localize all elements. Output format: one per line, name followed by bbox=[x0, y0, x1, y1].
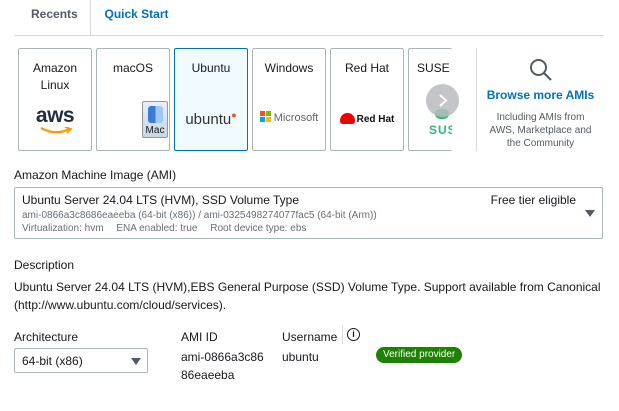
browse-more-amis: Browse more AMIs Including AMIs from AWS… bbox=[477, 48, 604, 151]
ami-ids: ami-0866a3c8686eaeeba (64-bit (x86)) / a… bbox=[22, 210, 377, 221]
ami-id-value-line2: 86eaeeba bbox=[181, 368, 235, 382]
os-card-label: Windows bbox=[264, 61, 314, 75]
verified-provider-badge: Verified provider bbox=[376, 347, 463, 363]
ami-root-device: Root device type: ebs bbox=[210, 223, 307, 234]
browse-more-amis-link[interactable]: Browse more AMIs bbox=[477, 88, 604, 102]
ami-id-value-line1: ami-0866a3c86 bbox=[181, 350, 264, 364]
finder-icon bbox=[148, 106, 163, 123]
caret-down-icon bbox=[585, 210, 595, 217]
scroll-right-button[interactable] bbox=[426, 84, 459, 117]
os-card-label: macOS bbox=[112, 61, 153, 75]
browse-more-amis-note: Including AMIs from AWS, Marketplace and… bbox=[489, 112, 592, 149]
red-hat-icon bbox=[339, 113, 355, 124]
os-card-label: Ubuntu bbox=[191, 61, 231, 75]
aws-smile-icon bbox=[40, 127, 72, 134]
ami-select[interactable]: Ubuntu Server 24.04 LTS (HVM), SSD Volum… bbox=[14, 187, 603, 239]
username-label: Username bbox=[282, 330, 338, 344]
architecture-label: Architecture bbox=[14, 330, 79, 344]
description-text: Ubuntu Server 24.04 LTS (HVM),EBS Genera… bbox=[14, 280, 601, 312]
username-value: ubuntu bbox=[282, 350, 319, 364]
tab-quick-start-label: Quick Start bbox=[104, 7, 169, 21]
microsoft-logo: Microsoft bbox=[253, 111, 325, 124]
ubuntu-logo-text: ubuntu bbox=[185, 111, 232, 128]
os-card-amazon-linux[interactable]: Amazon Linux aws bbox=[18, 48, 92, 151]
ami-virtualization: Virtualization: hvm bbox=[22, 223, 104, 234]
red-hat-logo-text: Red Hat bbox=[356, 114, 395, 125]
free-tier-label: Free tier eligible bbox=[490, 193, 576, 207]
mac-logo-text: Mac bbox=[145, 125, 165, 136]
os-card-label: SUSE L bbox=[417, 61, 452, 75]
os-card-macos[interactable]: macOS Mac bbox=[96, 48, 170, 151]
suse-logo-text: SUSE bbox=[429, 123, 452, 137]
description-label: Description bbox=[14, 258, 75, 272]
info-icon[interactable]: i bbox=[347, 328, 360, 341]
chevron-right-icon bbox=[439, 94, 448, 107]
os-card-ubuntu[interactable]: Ubuntu ubuntu● bbox=[174, 48, 248, 151]
ami-ena: ENA enabled: true bbox=[116, 223, 198, 234]
red-hat-logo: Red Hat bbox=[331, 113, 403, 125]
caret-down-icon bbox=[131, 358, 141, 365]
ami-label: Amazon Machine Image (AMI) bbox=[14, 168, 177, 182]
os-card-label: Red Hat bbox=[344, 61, 390, 75]
ubuntu-circle-icon: ● bbox=[231, 110, 237, 120]
username-separator bbox=[342, 326, 343, 344]
ami-title: Ubuntu Server 24.04 LTS (HVM), SSD Volum… bbox=[22, 193, 300, 207]
tab-quick-start[interactable]: Quick Start bbox=[90, 0, 182, 36]
tab-recents[interactable]: Recents bbox=[31, 0, 78, 36]
ami-id-label: AMI ID bbox=[181, 330, 218, 344]
os-card-red-hat[interactable]: Red Hat Red Hat bbox=[330, 48, 404, 151]
search-icon bbox=[530, 59, 552, 81]
os-card-label: Amazon Linux bbox=[32, 61, 78, 92]
aws-logo: aws bbox=[35, 104, 75, 127]
architecture-select[interactable]: 64-bit (x86) bbox=[14, 348, 148, 373]
microsoft-grid-icon bbox=[259, 111, 272, 123]
os-card-windows[interactable]: Windows Microsoft bbox=[252, 48, 326, 151]
mac-logo: Mac bbox=[142, 101, 168, 138]
ubuntu-logo: ubuntu● bbox=[175, 110, 247, 128]
microsoft-logo-text: Microsoft bbox=[273, 112, 319, 124]
ami-meta: Virtualization: hvm ENA enabled: true Ro… bbox=[22, 223, 316, 234]
architecture-value: 64-bit (x86) bbox=[22, 354, 83, 368]
ami-tabs: Recents Quick Start bbox=[14, 0, 604, 36]
